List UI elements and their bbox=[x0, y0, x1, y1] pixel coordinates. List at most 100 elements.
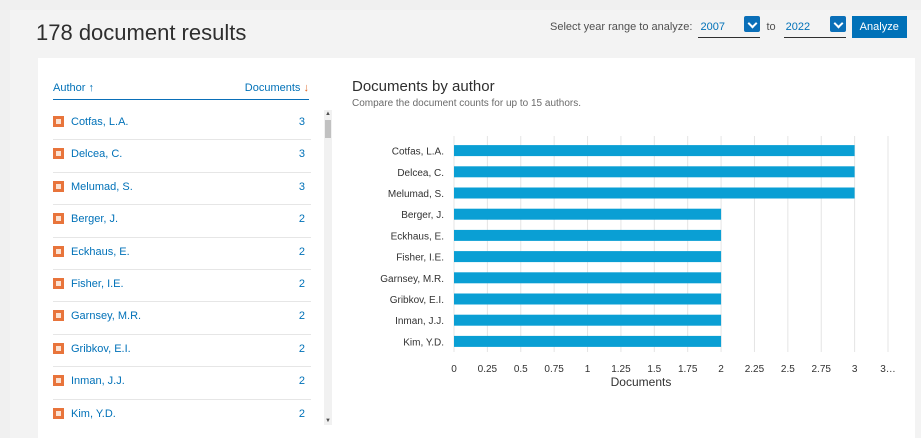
list-item[interactable]: Delcea, C. 3 bbox=[53, 140, 311, 173]
bar[interactable] bbox=[454, 272, 722, 284]
documents-bar-chart: 0 0.25 0.5 0.75 1 1.25 1.5 1.75 2 2.25 2.5 2.75 3 3… C… bbox=[338, 128, 915, 389]
bar[interactable] bbox=[454, 208, 722, 220]
x-tick-label: 0.25 bbox=[478, 364, 498, 375]
author-name-link[interactable]: Delcea, C. bbox=[71, 148, 122, 160]
author-name-link[interactable]: Cotfas, L.A. bbox=[71, 116, 128, 128]
checkbox-checked-icon[interactable] bbox=[53, 342, 64, 354]
checkbox-checked-icon[interactable] bbox=[53, 375, 64, 387]
y-category-label: Gribkov, E.I. bbox=[390, 295, 444, 306]
chevron-down-icon[interactable] bbox=[744, 16, 761, 32]
results-title: 178 document results bbox=[36, 20, 247, 45]
bar[interactable] bbox=[454, 145, 855, 157]
list-item[interactable]: Berger, J. 2 bbox=[53, 205, 311, 238]
document-count-link[interactable]: 3 bbox=[299, 181, 305, 193]
checkbox-checked-icon[interactable] bbox=[53, 213, 64, 225]
list-item[interactable]: Inman, J.J. 2 bbox=[53, 367, 311, 400]
x-tick-label: 1.75 bbox=[678, 364, 698, 375]
x-axis-title: Documents bbox=[611, 375, 672, 388]
y-category-label: Garnsey, M.R. bbox=[380, 274, 444, 285]
documents-sort-header[interactable]: Documents ↓ bbox=[245, 82, 309, 94]
x-tick-label: 1 bbox=[585, 364, 591, 375]
author-name-link[interactable]: Melumad, S. bbox=[71, 181, 133, 193]
analysis-card: Author ↑ Documents ↓ Cotfas, L.A. 3 Delcea… bbox=[38, 58, 915, 438]
year-from-value: 2007 bbox=[700, 21, 725, 33]
document-count-link[interactable]: 2 bbox=[299, 343, 305, 355]
document-count-link[interactable]: 2 bbox=[299, 213, 305, 225]
chart-subtitle: Compare the document counts for up to 15… bbox=[352, 98, 582, 109]
documents-header-label: Documents bbox=[244, 82, 301, 94]
list-item[interactable]: Kim, Y.D. 2 bbox=[53, 400, 311, 425]
y-category-label: Cotfas, L.A. bbox=[392, 147, 444, 158]
x-tick-label: 0.75 bbox=[544, 364, 564, 375]
x-tick-label: 2.5 bbox=[781, 364, 795, 375]
scroll-thumb[interactable] bbox=[325, 120, 331, 138]
checkbox-checked-icon[interactable] bbox=[53, 277, 64, 289]
list-scrollbar[interactable]: ▲ ▼ bbox=[324, 110, 332, 425]
y-category-label: Berger, J. bbox=[401, 210, 444, 221]
checkbox-checked-icon[interactable] bbox=[53, 407, 64, 419]
document-count-link[interactable]: 3 bbox=[299, 116, 305, 128]
document-count-link[interactable]: 3 bbox=[299, 148, 305, 160]
document-count-link[interactable]: 2 bbox=[299, 310, 305, 322]
bar[interactable] bbox=[454, 335, 722, 347]
author-name-link[interactable]: Gribkov, E.I. bbox=[71, 343, 131, 355]
x-tick-label: 2 bbox=[718, 364, 724, 375]
list-item[interactable]: Gribkov, E.I. 2 bbox=[53, 335, 311, 368]
y-category-label: Melumad, S. bbox=[388, 189, 444, 200]
x-tick-label: 1.5 bbox=[647, 364, 661, 375]
list-item[interactable]: Melumad, S. 3 bbox=[53, 173, 311, 206]
bar[interactable] bbox=[454, 251, 722, 263]
x-tick-label: 0.5 bbox=[514, 364, 528, 375]
x-tick-label: 1.25 bbox=[611, 364, 631, 375]
list-item[interactable]: Eckhaus, E. 2 bbox=[53, 238, 311, 270]
arrow-up-icon: ↑ bbox=[88, 82, 94, 94]
document-count-link[interactable]: 2 bbox=[299, 408, 305, 420]
y-category-label: Eckhaus, E. bbox=[391, 231, 444, 242]
scroll-down-icon[interactable]: ▼ bbox=[324, 417, 332, 425]
year-from-select[interactable]: 2007 bbox=[698, 16, 761, 38]
year-range-label: Select year range to analyze: bbox=[550, 21, 693, 33]
chart-svg: 0 0.25 0.5 0.75 1 1.25 1.5 1.75 2 2.25 2.5 2.75 3 3… C… bbox=[380, 136, 896, 389]
x-tick-label: 3 bbox=[852, 364, 858, 375]
x-tick-label: 2.75 bbox=[811, 364, 831, 375]
y-category-label: Kim, Y.D. bbox=[403, 337, 444, 348]
y-category-label: Delcea, C. bbox=[397, 168, 444, 179]
page: 178 document results Select year range t… bbox=[10, 10, 921, 438]
author-sort-header[interactable]: Author ↑ bbox=[53, 82, 94, 94]
author-header-label: Author bbox=[53, 82, 86, 94]
bar[interactable] bbox=[454, 314, 722, 326]
arrow-down-icon: ↓ bbox=[303, 82, 310, 94]
checkbox-checked-icon[interactable] bbox=[53, 310, 64, 322]
author-list: Cotfas, L.A. 3 Delcea, C. 3 Melumad, S. 3 Berg… bbox=[53, 108, 311, 425]
x-tick-label: 3… bbox=[880, 364, 896, 375]
to-label: to bbox=[766, 21, 776, 33]
y-category-label: Inman, J.J. bbox=[395, 316, 444, 327]
year-to-value: 2022 bbox=[785, 21, 811, 33]
document-count-link[interactable]: 2 bbox=[299, 278, 305, 290]
y-category-label: Fisher, I.E. bbox=[396, 253, 444, 264]
author-name-link[interactable]: Eckhaus, E. bbox=[71, 246, 130, 258]
author-name-link[interactable]: Inman, J.J. bbox=[71, 375, 125, 387]
author-name-link[interactable]: Garnsey, M.R. bbox=[71, 310, 141, 322]
chevron-down-icon[interactable] bbox=[829, 16, 846, 32]
scroll-up-icon[interactable]: ▲ bbox=[324, 110, 332, 118]
analyze-button[interactable]: Analyze bbox=[851, 16, 907, 38]
document-count-link[interactable]: 2 bbox=[299, 246, 305, 258]
checkbox-checked-icon[interactable] bbox=[53, 245, 64, 257]
checkbox-checked-icon[interactable] bbox=[53, 116, 64, 127]
list-item[interactable]: Fisher, I.E. 2 bbox=[53, 270, 311, 303]
list-item[interactable]: Cotfas, L.A. 3 bbox=[53, 108, 311, 141]
bar[interactable] bbox=[454, 187, 855, 199]
year-to-select[interactable]: 2022 bbox=[783, 16, 846, 38]
list-item[interactable]: Garnsey, M.R. 2 bbox=[53, 302, 311, 335]
bar[interactable] bbox=[454, 229, 722, 241]
author-name-link[interactable]: Fisher, I.E. bbox=[71, 278, 124, 290]
checkbox-checked-icon[interactable] bbox=[53, 180, 64, 192]
bar[interactable] bbox=[454, 293, 722, 305]
checkbox-checked-icon[interactable] bbox=[53, 148, 64, 160]
x-tick-label: 0 bbox=[451, 364, 457, 375]
author-name-link[interactable]: Kim, Y.D. bbox=[71, 408, 116, 420]
document-count-link[interactable]: 2 bbox=[299, 375, 305, 387]
author-name-link[interactable]: Berger, J. bbox=[71, 213, 118, 225]
bar[interactable] bbox=[454, 166, 855, 178]
